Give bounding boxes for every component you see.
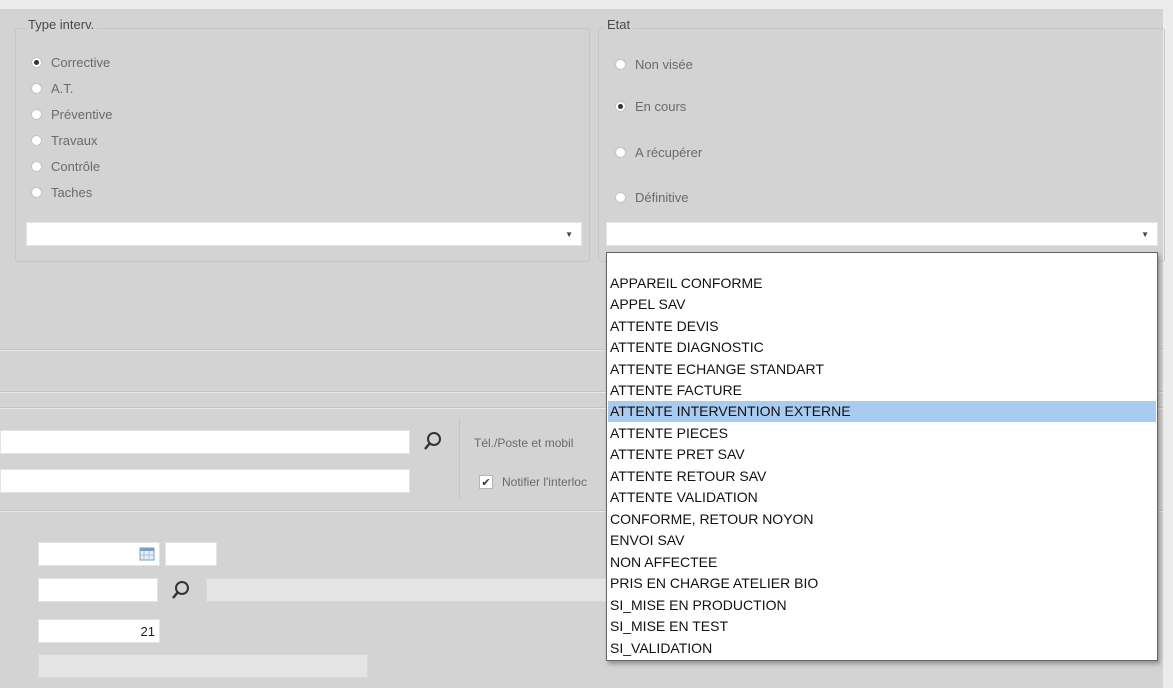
radio-button[interactable] <box>615 191 626 203</box>
radio-button[interactable] <box>615 58 626 70</box>
dropdown-item[interactable]: SI_VALIDATION <box>608 638 1156 659</box>
radio-button[interactable] <box>615 146 626 158</box>
radio-button[interactable] <box>31 160 42 172</box>
radio-at[interactable]: A.T. <box>31 79 73 97</box>
dropdown-item[interactable]: SI_MISE EN TEST <box>608 616 1156 637</box>
dropdown-item-selected[interactable]: ATTENTE INTERVENTION EXTERNE <box>608 401 1156 422</box>
dropdown-item[interactable]: ATTENTE DEVIS <box>608 316 1156 337</box>
radio-label: Travaux <box>51 132 98 148</box>
radio-button[interactable] <box>31 82 42 94</box>
radio-preventive[interactable]: Préventive <box>31 105 112 123</box>
radio-label: Non visée <box>635 56 693 72</box>
radio-button[interactable] <box>31 56 42 68</box>
notify-checkbox-row[interactable]: ✔ Notifier l'interloc <box>479 472 587 492</box>
readonly-field <box>38 654 368 678</box>
phone-label: Tél./Poste et mobil <box>474 436 574 450</box>
dropdown-item[interactable]: APPEL SAV <box>608 294 1156 315</box>
radio-corrective[interactable]: Corrective <box>31 53 110 71</box>
radio-definitive[interactable]: Définitive <box>615 188 688 206</box>
magnifier-icon[interactable] <box>422 430 444 452</box>
contact-secondary-input[interactable] <box>0 469 410 493</box>
dropdown-item[interactable]: SI_MISE EN PRODUCTION <box>608 595 1156 616</box>
window-top-strip <box>0 0 1173 9</box>
time-input[interactable] <box>165 542 217 566</box>
number-value: 21 <box>140 624 155 639</box>
code-description-field <box>206 578 608 602</box>
radio-label: Définitive <box>635 189 689 205</box>
radio-en-cours[interactable]: En cours <box>615 97 686 115</box>
dropdown-item[interactable]: ATTENTE ECHANGE STANDART <box>608 359 1156 380</box>
number-input[interactable]: 21 <box>38 619 160 643</box>
radio-label: Préventive <box>51 106 113 122</box>
radio-taches[interactable]: Taches <box>31 183 92 201</box>
dropdown-item-empty[interactable] <box>608 253 1156 274</box>
radio-label: Corrective <box>51 54 111 70</box>
type-interv-select[interactable]: ▼ <box>26 222 582 246</box>
code-input[interactable] <box>38 578 158 602</box>
radio-button[interactable] <box>31 108 42 120</box>
contact-input[interactable] <box>0 430 410 454</box>
notify-label: Notifier l'interloc <box>502 475 587 489</box>
radio-controle[interactable]: Contrôle <box>31 157 100 175</box>
dropdown-item[interactable]: NON AFFECTEE <box>608 552 1156 573</box>
radio-non-visee[interactable]: Non visée <box>615 55 693 73</box>
radio-travaux[interactable]: Travaux <box>31 131 97 149</box>
radio-label: Contrôle <box>51 158 101 174</box>
etat-dropdown-list[interactable]: APPAREIL CONFORME APPEL SAV ATTENTE DEVI… <box>606 252 1158 661</box>
magnifier-icon[interactable] <box>170 579 192 601</box>
dropdown-item[interactable]: ATTENTE PRET SAV <box>608 444 1156 465</box>
dropdown-item[interactable]: ATTENTE DIAGNOSTIC <box>608 337 1156 358</box>
radio-button[interactable] <box>31 134 42 146</box>
calendar-icon[interactable] <box>139 547 155 561</box>
date-input[interactable] <box>38 542 160 566</box>
vertical-separator <box>459 418 460 500</box>
radio-label: A.T. <box>51 80 74 96</box>
radio-button[interactable] <box>31 186 42 198</box>
chevron-down-icon: ▼ <box>565 230 573 239</box>
radio-button[interactable] <box>615 100 626 112</box>
chevron-down-icon: ▼ <box>1141 230 1149 239</box>
dropdown-item[interactable]: APPAREIL CONFORME <box>608 273 1156 294</box>
checkmark-icon[interactable]: ✔ <box>479 475 493 489</box>
dropdown-item[interactable]: ATTENTE VALIDATION <box>608 487 1156 508</box>
dropdown-item[interactable]: ENVOI SAV <box>608 530 1156 551</box>
dropdown-item[interactable]: ATTENTE FACTURE <box>608 380 1156 401</box>
dropdown-item[interactable]: ATTENTE PIECES <box>608 423 1156 444</box>
type-interv-title: Type interv. <box>25 17 98 32</box>
radio-a-recuperer[interactable]: A récupérer <box>615 143 702 161</box>
radio-label: Taches <box>51 184 93 200</box>
dropdown-item[interactable]: ATTENTE RETOUR SAV <box>608 466 1156 487</box>
etat-title: Etat <box>604 17 634 32</box>
radio-label: A récupérer <box>635 144 703 160</box>
etat-select[interactable]: ▼ <box>606 222 1158 246</box>
dropdown-item[interactable]: CONFORME, RETOUR NOYON <box>608 509 1156 530</box>
radio-label: En cours <box>635 98 687 114</box>
dropdown-item[interactable]: PRIS EN CHARGE ATELIER BIO <box>608 573 1156 594</box>
